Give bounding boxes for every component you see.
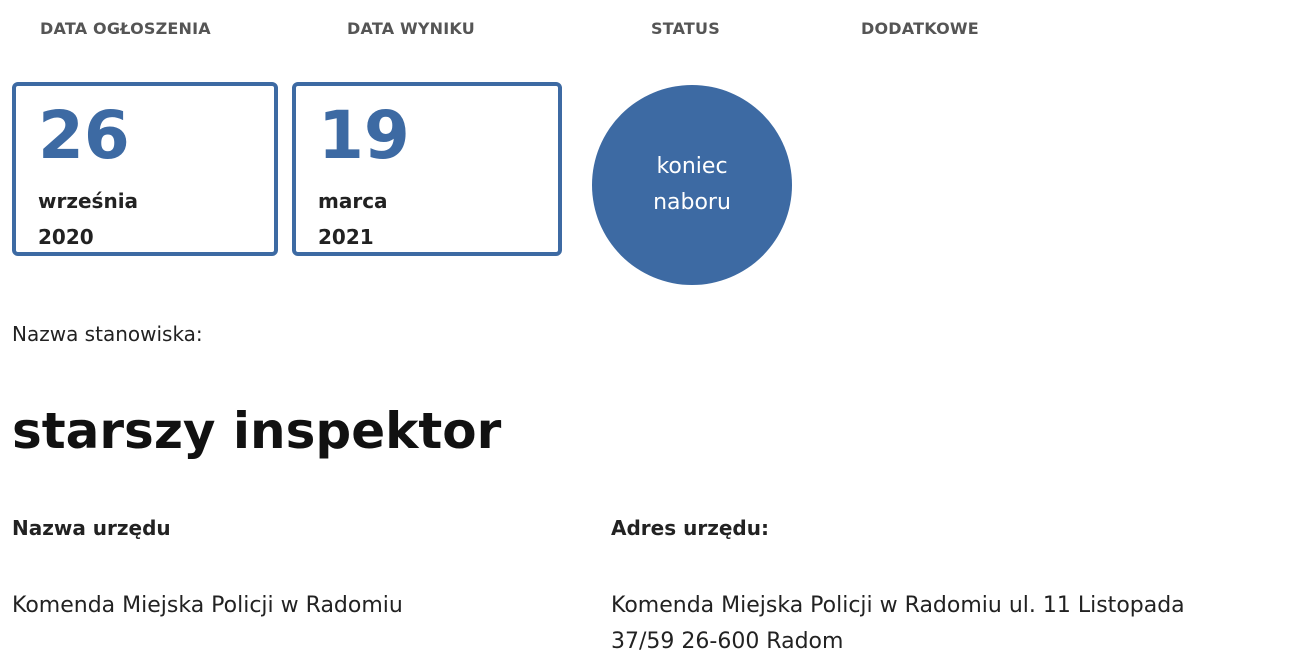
header-result-date: DATA WYNIKU	[347, 19, 475, 38]
announcement-date-day: 26	[38, 97, 130, 174]
header-announcement-date: DATA OGŁOSZENIA	[40, 19, 211, 38]
position-label: Nazwa stanowiska:	[12, 322, 203, 346]
status-line-2: naboru	[653, 190, 731, 215]
header-status: STATUS	[651, 19, 720, 38]
status-line-1: koniec	[656, 154, 728, 179]
office-name-value: Komenda Miejska Policji w Radomiu	[12, 593, 403, 618]
result-date-year: 2021	[318, 225, 374, 249]
announcement-date-month: września	[38, 189, 139, 213]
result-date-day: 19	[318, 97, 410, 174]
position-title: starszy inspektor	[12, 402, 502, 460]
office-name-heading: Nazwa urzędu	[12, 516, 171, 540]
office-address-line-2: 37/59 26-600 Radom	[611, 629, 844, 650]
page: DATA OGŁOSZENIA DATA WYNIKU STATUS DODAT…	[0, 0, 1306, 650]
office-address-value: Komenda Miejska Policji w Radomiu ul. 11…	[611, 588, 1185, 650]
header-additional: DODATKOWE	[861, 19, 979, 38]
result-date-month: marca	[318, 189, 388, 213]
status-badge: koniec naboru	[592, 85, 792, 285]
office-address-line-1: Komenda Miejska Policji w Radomiu ul. 11…	[611, 593, 1185, 618]
announcement-date-card: 26 września 2020	[12, 82, 278, 256]
announcement-date-year: 2020	[38, 225, 94, 249]
result-date-card: 19 marca 2021	[292, 82, 562, 256]
office-address-heading: Adres urzędu:	[611, 516, 769, 540]
status-text: koniec naboru	[627, 149, 757, 221]
